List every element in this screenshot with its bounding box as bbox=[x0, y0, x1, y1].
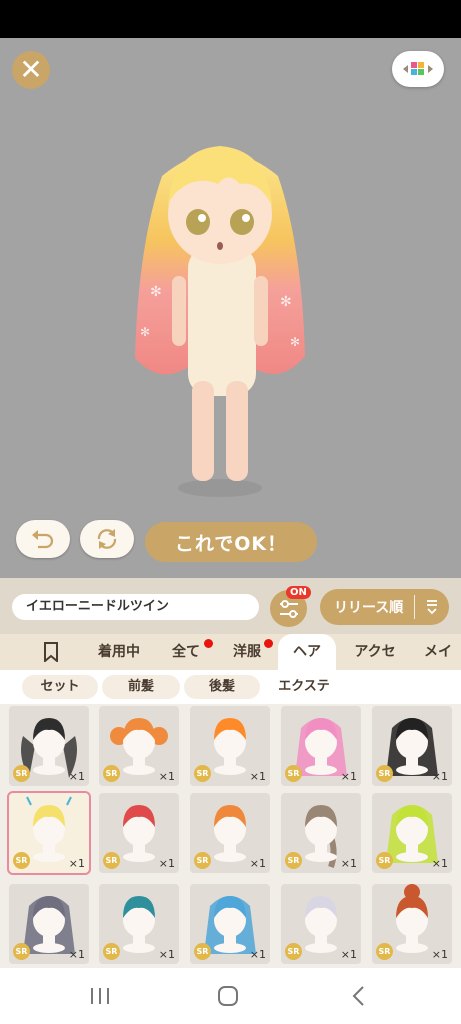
item-quantity: ×1 bbox=[431, 948, 448, 961]
item-quantity: ×1 bbox=[340, 857, 357, 870]
avatar-preview: ✻ ✻ ✻ ✻ bbox=[135, 146, 305, 497]
item-quantity: ×1 bbox=[158, 770, 175, 783]
hair-item-card[interactable]: SR ×1 bbox=[372, 706, 452, 786]
item-quantity: ×1 bbox=[68, 770, 85, 783]
sliders-icon bbox=[279, 599, 298, 618]
back-button[interactable] bbox=[338, 980, 378, 1012]
rarity-badge: SR bbox=[103, 765, 120, 782]
filter-on-badge: ON bbox=[286, 586, 311, 599]
tab-accessory[interactable]: アクセ bbox=[348, 634, 402, 670]
sort-divider bbox=[414, 595, 415, 619]
item-quantity: ×1 bbox=[158, 857, 175, 870]
rarity-badge: SR bbox=[194, 943, 211, 960]
svg-text:✻: ✻ bbox=[140, 325, 150, 339]
rarity-badge: SR bbox=[285, 765, 302, 782]
close-icon: ✕ bbox=[19, 53, 43, 86]
color-palette-button[interactable] bbox=[392, 51, 444, 87]
rarity-badge: SR bbox=[285, 852, 302, 869]
hair-item-card[interactable]: SR ×1 bbox=[372, 884, 452, 964]
hair-item-card[interactable]: SR ×1 bbox=[190, 793, 270, 873]
sort-button[interactable]: リリース順 bbox=[320, 589, 449, 625]
palette-icon bbox=[403, 62, 433, 75]
rarity-badge: SR bbox=[13, 943, 30, 960]
subtab-extensions[interactable]: エクステ bbox=[266, 675, 342, 699]
tab-hair[interactable]: ヘア bbox=[278, 634, 336, 670]
tab-clothes[interactable]: 洋服 bbox=[226, 634, 268, 670]
tab-wearing[interactable]: 着用中 bbox=[88, 634, 150, 670]
reset-button[interactable] bbox=[80, 520, 134, 558]
hair-item-card[interactable]: SR ×1 bbox=[281, 884, 361, 964]
item-quantity: ×1 bbox=[68, 857, 85, 870]
sort-label: リリース順 bbox=[334, 600, 404, 616]
hair-item-grid: SR ×1 SR ×1 SR ×1 SR ×1 SR ×1 SR ×1 SR ×1 SR ×1 SR ×1 SR ×1… bbox=[0, 704, 461, 968]
subtab-set[interactable]: セット bbox=[22, 675, 98, 699]
back-icon bbox=[352, 986, 364, 1006]
undo-icon bbox=[32, 530, 54, 549]
system-navbar bbox=[0, 968, 461, 1024]
rarity-badge: SR bbox=[376, 852, 393, 869]
subtab-back-hair[interactable]: 後髪 bbox=[184, 675, 260, 699]
rarity-badge: SR bbox=[194, 765, 211, 782]
hair-item-card[interactable]: SR ×1 bbox=[7, 791, 91, 875]
item-name-row: イエローニードルツイン ON リリース順 bbox=[0, 578, 461, 634]
recent-apps-icon bbox=[91, 988, 109, 1004]
tab-makeup[interactable]: メイ bbox=[424, 634, 461, 670]
item-quantity: ×1 bbox=[249, 857, 266, 870]
item-quantity: ×1 bbox=[249, 770, 266, 783]
rarity-badge: SR bbox=[13, 852, 30, 869]
category-tabs: 着用中 全て 洋服 ヘア アクセ メイ bbox=[0, 634, 461, 670]
svg-text:✻: ✻ bbox=[290, 335, 300, 349]
close-button[interactable]: ✕ bbox=[12, 51, 50, 89]
hair-subtabs: セット 前髪 後髪 エクステ bbox=[0, 670, 461, 704]
confirm-button[interactable]: これでOK！ bbox=[145, 522, 317, 562]
rarity-badge: SR bbox=[103, 943, 120, 960]
item-quantity: ×1 bbox=[431, 857, 448, 870]
item-name-field: イエローニードルツイン bbox=[12, 594, 259, 620]
item-quantity: ×1 bbox=[249, 948, 266, 961]
item-quantity: ×1 bbox=[158, 948, 175, 961]
rarity-badge: SR bbox=[376, 765, 393, 782]
sort-order-icon[interactable] bbox=[415, 599, 449, 615]
svg-text:✻: ✻ bbox=[150, 284, 162, 300]
hair-item-card[interactable]: SR ×1 bbox=[99, 884, 179, 964]
subtab-bangs[interactable]: 前髪 bbox=[102, 675, 180, 699]
tab-all[interactable]: 全て bbox=[166, 634, 206, 670]
rarity-badge: SR bbox=[13, 765, 30, 782]
hair-item-card[interactable]: SR ×1 bbox=[99, 706, 179, 786]
rarity-badge: SR bbox=[285, 943, 302, 960]
item-quantity: ×1 bbox=[68, 948, 85, 961]
hair-item-card[interactable]: SR ×1 bbox=[9, 706, 89, 786]
rarity-badge: SR bbox=[376, 943, 393, 960]
status-bar bbox=[0, 0, 461, 38]
hair-item-card[interactable]: SR ×1 bbox=[190, 706, 270, 786]
recent-apps-button[interactable] bbox=[80, 980, 120, 1012]
item-quantity: ×1 bbox=[340, 948, 357, 961]
hair-item-card[interactable]: SR ×1 bbox=[281, 706, 361, 786]
undo-button[interactable] bbox=[16, 520, 70, 558]
svg-text:✻: ✻ bbox=[280, 294, 292, 310]
hair-item-card[interactable]: SR ×1 bbox=[99, 793, 179, 873]
item-panel: イエローニードルツイン ON リリース順 着用中 全て 洋服 ヘア アクセ メイ… bbox=[0, 578, 461, 968]
item-quantity: ×1 bbox=[340, 770, 357, 783]
bookmark-icon bbox=[44, 642, 58, 664]
item-quantity: ×1 bbox=[431, 770, 448, 783]
rarity-badge: SR bbox=[103, 852, 120, 869]
tab-bookmark[interactable] bbox=[34, 634, 68, 670]
refresh-icon bbox=[97, 529, 117, 549]
tab-clothes-new-dot bbox=[264, 639, 273, 648]
rarity-badge: SR bbox=[194, 852, 211, 869]
home-button[interactable] bbox=[208, 980, 248, 1012]
tab-all-new-dot bbox=[204, 639, 213, 648]
hair-item-card[interactable]: SR ×1 bbox=[372, 793, 452, 873]
avatar-stage: ✕ ✻ ✻ ✻ ✻ これでOK！ bbox=[0, 38, 461, 578]
hair-item-card[interactable]: SR ×1 bbox=[190, 884, 270, 964]
home-icon bbox=[218, 986, 238, 1006]
hair-item-card[interactable]: SR ×1 bbox=[9, 884, 89, 964]
hair-item-card[interactable]: SR ×1 bbox=[281, 793, 361, 873]
